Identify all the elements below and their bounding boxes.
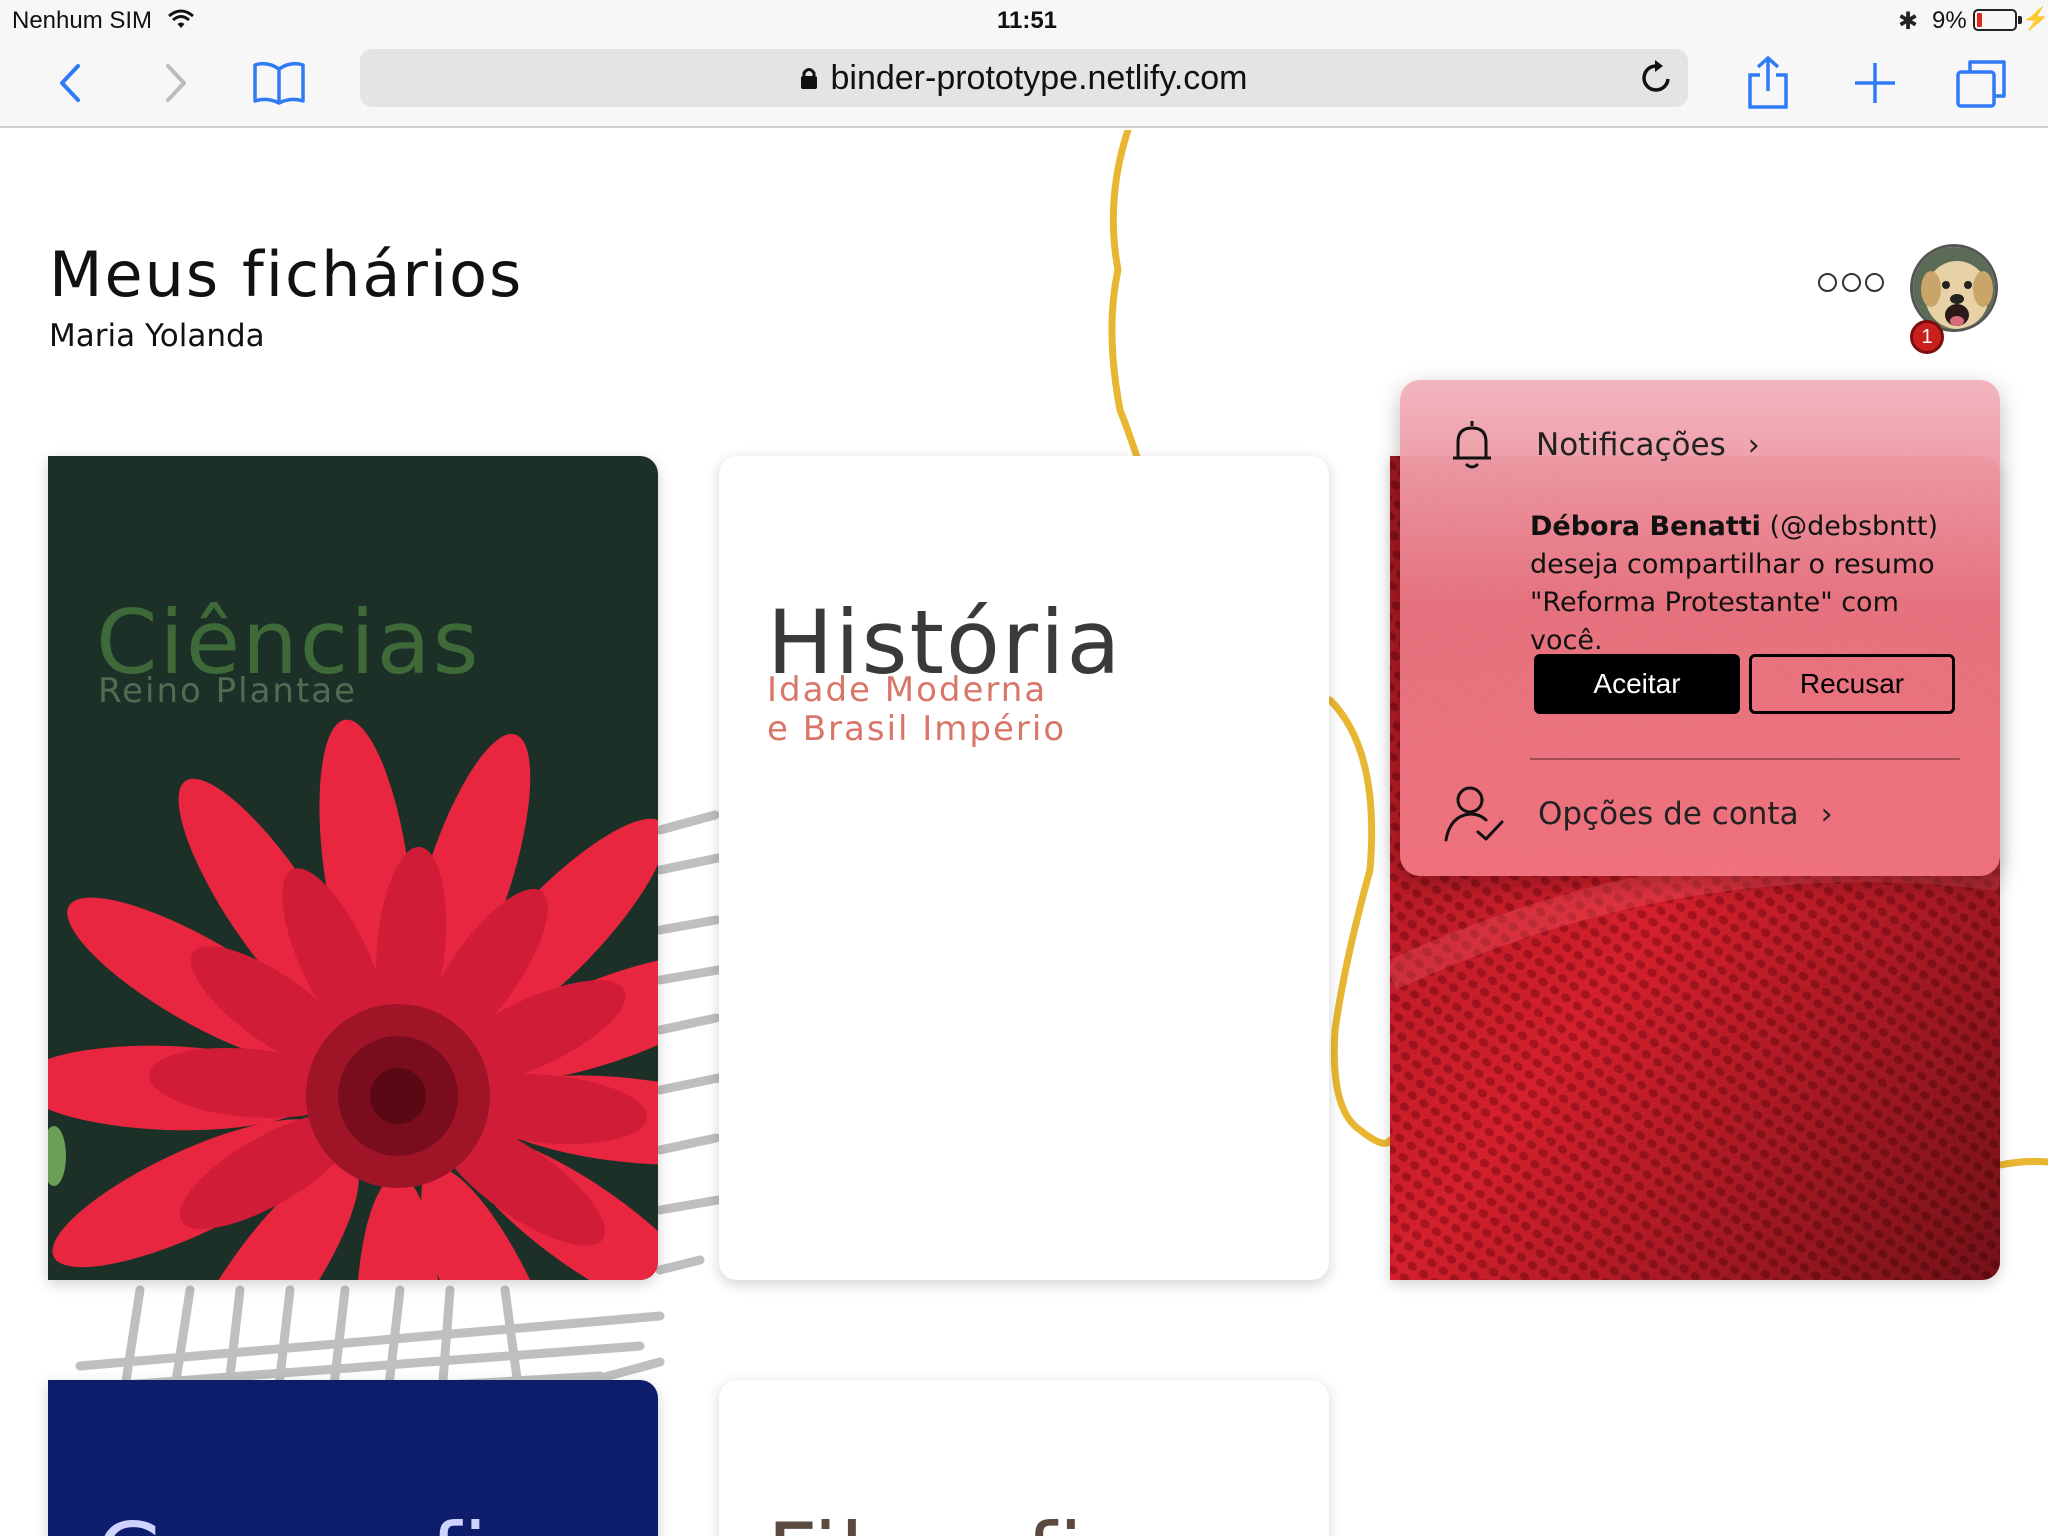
browser-toolbar: binder-prototype.netlify.com [0, 40, 2048, 128]
notification-line: "Reforma Protestante" com você. [1530, 587, 1899, 656]
forward-icon [166, 64, 186, 102]
status-bar: Nenhum SIM 11:51 ✱ 9% ⚡ [0, 0, 2048, 40]
bookmarks-button[interactable] [248, 40, 310, 126]
new-tab-icon [1855, 63, 1895, 103]
notification-sender: Débora Benatti [1530, 511, 1761, 542]
user-name: Maria Yolanda [49, 318, 265, 354]
chevron-right-icon: › [1747, 427, 1760, 463]
refuse-button[interactable]: Recusar [1749, 654, 1955, 714]
page-content: Meus fichários Maria Yolanda 1 Ciências … [0, 130, 2048, 1536]
binder-subtitle-line: e Brasil Império [767, 709, 1067, 749]
charging-icon: ⚡ [2022, 6, 2048, 31]
chevron-right-icon: › [1820, 796, 1833, 832]
bell-icon [1453, 421, 1491, 469]
battery-icon [1973, 9, 2022, 31]
binder-title: Filosofia [767, 1504, 1141, 1536]
binder-card-historia[interactable]: História Idade Moderna e Brasil Império [719, 456, 1329, 1280]
binder-title: Geografia [96, 1504, 546, 1536]
binder-subtitle-line: Idade Moderna [767, 670, 1048, 710]
forward-button[interactable] [150, 40, 202, 126]
flower-photo-icon [48, 719, 658, 1280]
notifications-row[interactable]: Notificações › [1450, 418, 1760, 472]
account-options-row[interactable]: Opções de conta › [1442, 782, 1833, 846]
avatar[interactable] [1910, 244, 1998, 332]
account-popover: Notificações › Débora Benatti (@debsbntt… [1400, 380, 2000, 876]
notification-handle: (@debsbntt) [1769, 511, 1938, 542]
more-options-icon[interactable] [1818, 273, 1884, 295]
lock-icon [801, 68, 818, 89]
accept-button[interactable]: Aceitar [1534, 654, 1740, 714]
binder-subtitle: Reino Plantae [98, 671, 358, 711]
notification-message: Débora Benatti (@debsbntt) deseja compar… [1530, 508, 1970, 660]
battery-percent: 9% [1932, 7, 1967, 34]
binder-subtitle: Idade Moderna e Brasil Império [767, 671, 1066, 749]
share-button[interactable] [1740, 40, 1796, 126]
new-tab-button[interactable] [1850, 40, 1900, 126]
page-title: Meus fichários [49, 238, 524, 311]
binder-card-ciencias[interactable]: Ciências Reino Plantae [48, 456, 658, 1280]
back-icon [60, 64, 80, 102]
notification-line: deseja compartilhar o resumo [1530, 549, 1935, 580]
tabs-button[interactable] [1954, 40, 2010, 126]
notifications-label: Notificações [1536, 427, 1726, 463]
popover-divider [1530, 758, 1960, 760]
bluetooth-icon: ✱ [1898, 8, 1919, 35]
back-button[interactable] [44, 40, 96, 126]
tabs-icon [1956, 60, 2006, 108]
bookmarks-icon [253, 61, 305, 105]
notification-badge: 1 [1910, 320, 1944, 354]
address-bar[interactable]: binder-prototype.netlify.com [360, 49, 1688, 107]
url-text: binder-prototype.netlify.com [830, 58, 1248, 97]
binder-card-geografia[interactable]: Geografia [48, 1380, 658, 1536]
reload-icon[interactable] [1640, 59, 1674, 95]
account-options-label: Opções de conta [1538, 796, 1799, 832]
user-check-icon [1444, 786, 1504, 842]
share-icon [1748, 56, 1788, 109]
clock: 11:51 [996, 7, 1058, 34]
binder-card-filosofia[interactable]: Filosofia [719, 1380, 1329, 1536]
